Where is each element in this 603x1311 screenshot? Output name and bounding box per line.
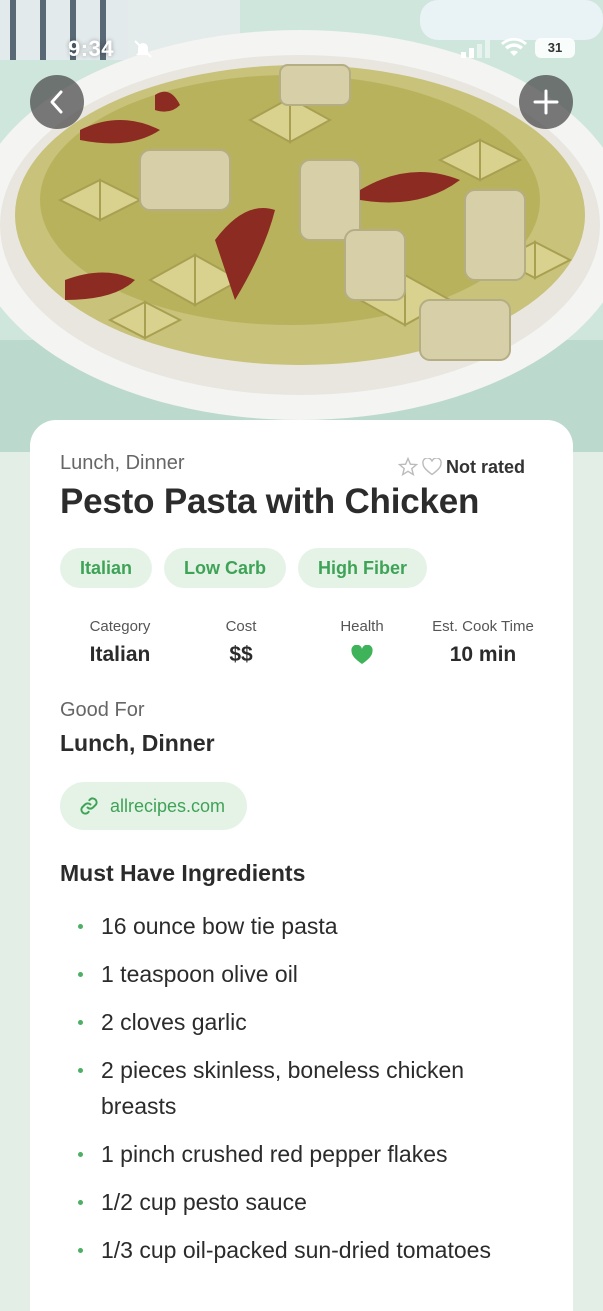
good-for-value: Lunch, Dinner	[60, 730, 215, 756]
ingredient-item: 2 cloves garlic	[60, 1004, 530, 1040]
ingredient-text: 2 cloves garlic	[101, 1009, 247, 1035]
ingredient-text: 1 pinch crushed red pepper flakes	[101, 1141, 448, 1167]
ingredient-text: 16 ounce bow tie pasta	[101, 913, 338, 939]
signal-icon	[461, 40, 490, 58]
rating[interactable]: Not rated	[397, 456, 525, 478]
ingredient-text: 1/2 cup pesto sauce	[101, 1189, 307, 1215]
stat-label: Cost	[225, 618, 257, 635]
source-link[interactable]: allrecipes.com	[60, 782, 248, 830]
ingredient-item: 1 pinch crushed red pepper flakes	[60, 1136, 530, 1172]
status-indicators: 31	[461, 38, 581, 60]
ingredient-text: 1/3 cup oil-packed sun-dried tomatoes	[101, 1237, 491, 1263]
heart-icon	[351, 645, 373, 664]
ingredient-text: 1 teaspoon olive oil	[101, 961, 298, 987]
heart-outline-icon[interactable]	[422, 458, 442, 476]
ingredient-item: 1/3 cup oil-packed sun-dried tomatoes	[60, 1232, 530, 1268]
star-icon[interactable]	[397, 457, 418, 477]
recipe-stats: Category Italian Cost $$ Health Est. Coo…	[60, 618, 543, 669]
stat-health: Health	[302, 618, 422, 669]
bullet-icon	[78, 1068, 83, 1073]
meal-types: Lunch, Dinner	[60, 452, 185, 474]
plus-icon	[533, 89, 559, 115]
bullet-icon	[78, 1020, 83, 1025]
bullet-icon	[78, 1200, 83, 1205]
ingredient-item: 1 teaspoon olive oil	[60, 956, 530, 992]
stat-value: $$	[229, 643, 253, 666]
tag-chip[interactable]: Low Carb	[164, 548, 287, 588]
back-button[interactable]	[30, 75, 84, 129]
stat-value: Italian	[89, 643, 151, 666]
source-text: allrecipes.com	[110, 795, 226, 816]
add-button[interactable]	[519, 75, 573, 129]
recipe-card: Lunch, Dinner Not rated Pesto Pasta with…	[30, 420, 573, 1311]
ingredient-item: 2 pieces skinless, boneless chicken brea…	[60, 1052, 530, 1124]
stat-label: Health	[340, 618, 384, 635]
recipe-title: Pesto Pasta with Chicken	[60, 482, 480, 521]
stat-label: Category	[89, 618, 151, 635]
bullet-icon	[78, 924, 83, 929]
stat-cook-time: Est. Cook Time 10 min	[423, 618, 543, 669]
ingredient-item: 1/2 cup pesto sauce	[60, 1184, 530, 1220]
battery-icon: 31	[535, 38, 575, 58]
stat-cost: Cost $$	[181, 618, 301, 669]
stat-value: 10 min	[449, 643, 517, 666]
recipe-hero-image: 9:34 31	[0, 0, 603, 452]
tag-chip[interactable]: Italian	[60, 548, 153, 588]
stat-label: Est. Cook Time	[432, 618, 534, 635]
bullet-icon	[78, 1152, 83, 1157]
rating-text: Not rated	[445, 456, 525, 477]
link-icon	[80, 797, 98, 815]
tag-chip[interactable]: High Fiber	[298, 548, 428, 588]
tag-list: Italian Low Carb High Fiber	[60, 548, 428, 588]
stat-category: Category Italian	[60, 618, 180, 669]
status-time: 9:34	[68, 36, 115, 61]
bullet-icon	[78, 972, 83, 977]
wifi-icon	[501, 38, 527, 56]
good-for-label: Good For	[60, 699, 145, 721]
ingredients-title: Must Have Ingredients	[60, 860, 306, 886]
status-bar: 9:34 31	[0, 0, 603, 96]
ingredient-item: 16 ounce bow tie pasta	[60, 908, 530, 944]
muted-bell-icon	[134, 40, 152, 58]
ingredient-list: 16 ounce bow tie pasta 1 teaspoon olive …	[60, 908, 530, 1280]
chevron-left-icon	[50, 90, 63, 114]
ingredient-text: 2 pieces skinless, boneless chicken brea…	[101, 1057, 465, 1119]
bullet-icon	[78, 1248, 83, 1253]
